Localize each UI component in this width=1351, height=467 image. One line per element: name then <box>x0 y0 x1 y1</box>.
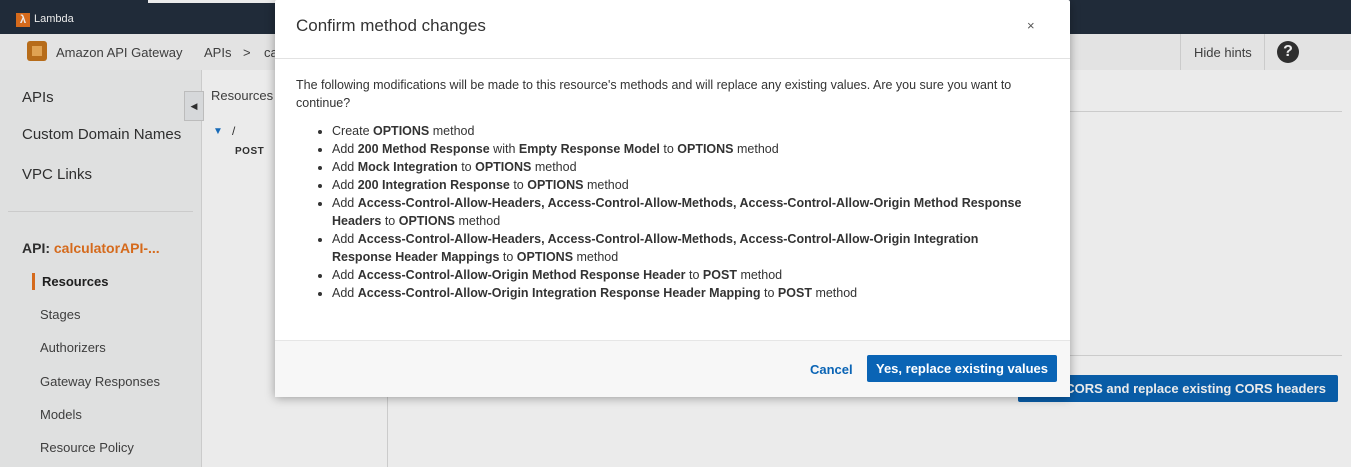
change-item-keyword: OPTIONS <box>373 124 430 138</box>
change-item-keyword: 200 Integration Response <box>357 178 510 192</box>
change-item-text: to <box>659 142 678 156</box>
change-item-text: method <box>811 286 858 300</box>
changes-list: Create OPTIONS methodAdd 200 Method Resp… <box>296 122 1036 302</box>
cancel-button[interactable]: Cancel <box>810 362 853 377</box>
change-item-keyword: Empty Response Model <box>518 142 660 156</box>
change-item-text: with <box>489 142 519 156</box>
change-item-keyword: OPTIONS <box>398 214 455 228</box>
change-item-text: Add <box>332 286 358 300</box>
dialog-header: Confirm method changes × <box>275 0 1070 59</box>
change-item-keyword: Mock Integration <box>357 160 458 174</box>
change-item: Add Access-Control-Allow-Origin Method R… <box>332 266 1036 284</box>
dialog-body: The following modifications will be made… <box>296 76 1036 302</box>
change-item-text: method <box>736 268 783 282</box>
change-item: Create OPTIONS method <box>332 122 1036 140</box>
change-item-text: Add <box>332 178 358 192</box>
change-item: Add Access-Control-Allow-Headers, Access… <box>332 230 1036 266</box>
change-item-text: to <box>381 214 399 228</box>
confirm-replace-button[interactable]: Yes, replace existing values <box>867 355 1057 382</box>
change-item: Add Mock Integration to OPTIONS method <box>332 158 1036 176</box>
dialog-footer: Cancel Yes, replace existing values <box>275 340 1070 397</box>
change-item: Add Access-Control-Allow-Headers, Access… <box>332 194 1036 230</box>
change-item-keyword: OPTIONS <box>677 142 734 156</box>
change-item-text: Create <box>332 124 373 138</box>
change-item-text: Add <box>332 142 358 156</box>
change-item-text: to <box>685 268 703 282</box>
change-item-keyword: POST <box>702 268 737 282</box>
close-icon[interactable]: × <box>1027 18 1035 33</box>
change-item-text: Add <box>332 232 358 246</box>
change-item-keyword: OPTIONS <box>527 178 584 192</box>
change-item-text: method <box>454 214 501 228</box>
change-item-keyword: Access-Control-Allow-Origin Integration … <box>357 286 761 300</box>
change-item-keyword: OPTIONS <box>475 160 532 174</box>
change-item-keyword: Access-Control-Allow-Origin Method Respo… <box>357 268 686 282</box>
dialog-intro: The following modifications will be made… <box>296 78 1012 110</box>
change-item-keyword: OPTIONS <box>516 250 574 264</box>
change-item-text: Add <box>332 160 358 174</box>
change-item-text: method <box>531 160 577 174</box>
change-item-text: to <box>499 250 517 264</box>
change-item-keyword: 200 Method Response <box>357 142 490 156</box>
change-item-text: to <box>457 160 476 174</box>
change-item-keyword: Access-Control-Allow-Headers, Access-Con… <box>332 232 979 264</box>
change-item-keyword: POST <box>777 286 812 300</box>
confirm-dialog: Confirm method changes × The following m… <box>275 0 1070 397</box>
change-item-text: method <box>429 124 475 138</box>
change-item-text: method <box>573 250 619 264</box>
change-item-text: Add <box>332 268 358 282</box>
change-item-text: method <box>733 142 779 156</box>
change-item-text: Add <box>332 196 358 210</box>
change-item: Add 200 Integration Response to OPTIONS … <box>332 176 1036 194</box>
dialog-title: Confirm method changes <box>296 16 486 35</box>
change-item-text: method <box>583 178 629 192</box>
change-item-text: to <box>760 286 778 300</box>
change-item: Add 200 Method Response with Empty Respo… <box>332 140 1036 158</box>
change-item-text: to <box>509 178 528 192</box>
change-item: Add Access-Control-Allow-Origin Integrat… <box>332 284 1036 302</box>
